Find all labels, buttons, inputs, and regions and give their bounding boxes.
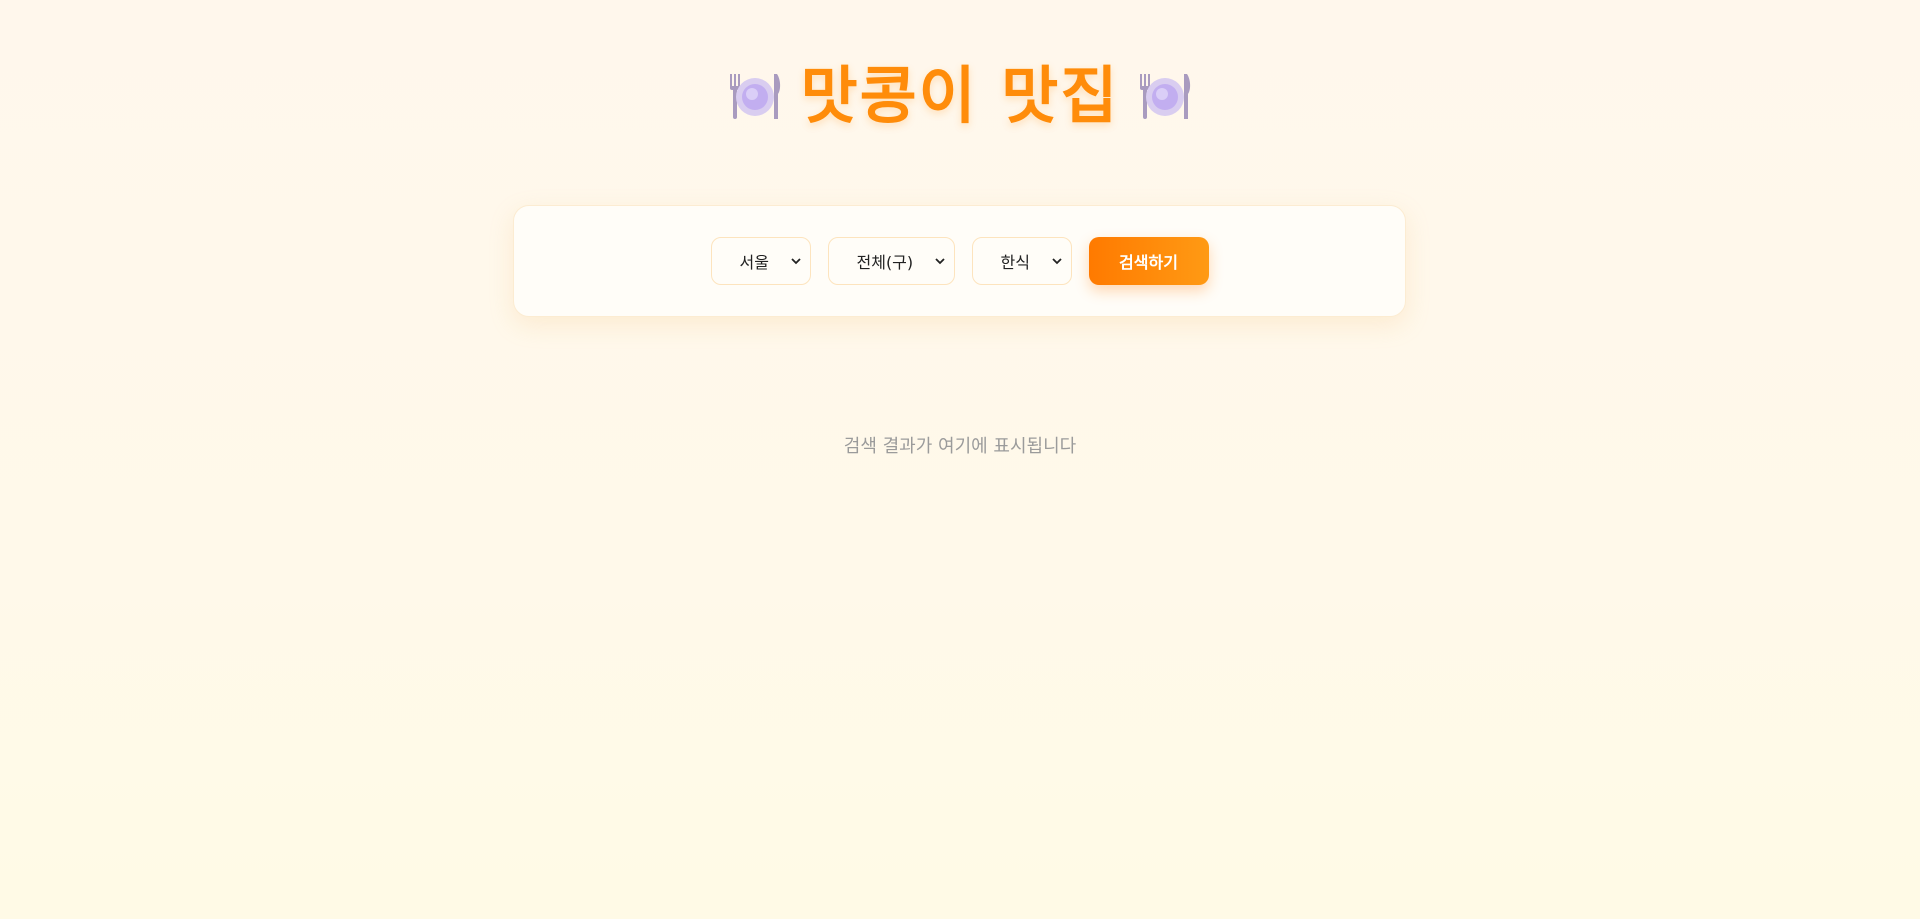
- chevron-down-icon: [790, 258, 801, 265]
- results-placeholder: 검색 결과가 여기에 표시됩니다: [843, 436, 1077, 457]
- city-select-value: 서울: [739, 253, 769, 272]
- district-select[interactable]: 전체(구): [827, 237, 955, 285]
- district-select-value: 전체(구): [856, 253, 914, 272]
- plate-with-cutlery-icon: [1140, 74, 1191, 119]
- search-button[interactable]: 검색하기: [1088, 237, 1209, 285]
- chevron-down-icon: [1051, 258, 1062, 265]
- search-panel: 서울 전체(구) 한식 검색하기: [513, 205, 1406, 317]
- cuisine-select-value: 한식: [1000, 253, 1030, 272]
- page-header: 맛콩이 맛집: [0, 56, 1920, 136]
- chevron-down-icon: [934, 258, 945, 265]
- cuisine-select[interactable]: 한식: [971, 237, 1072, 285]
- page-title: 맛콩이 맛집: [800, 59, 1120, 132]
- city-select[interactable]: 서울: [710, 237, 811, 285]
- plate-with-cutlery-icon: [729, 74, 780, 119]
